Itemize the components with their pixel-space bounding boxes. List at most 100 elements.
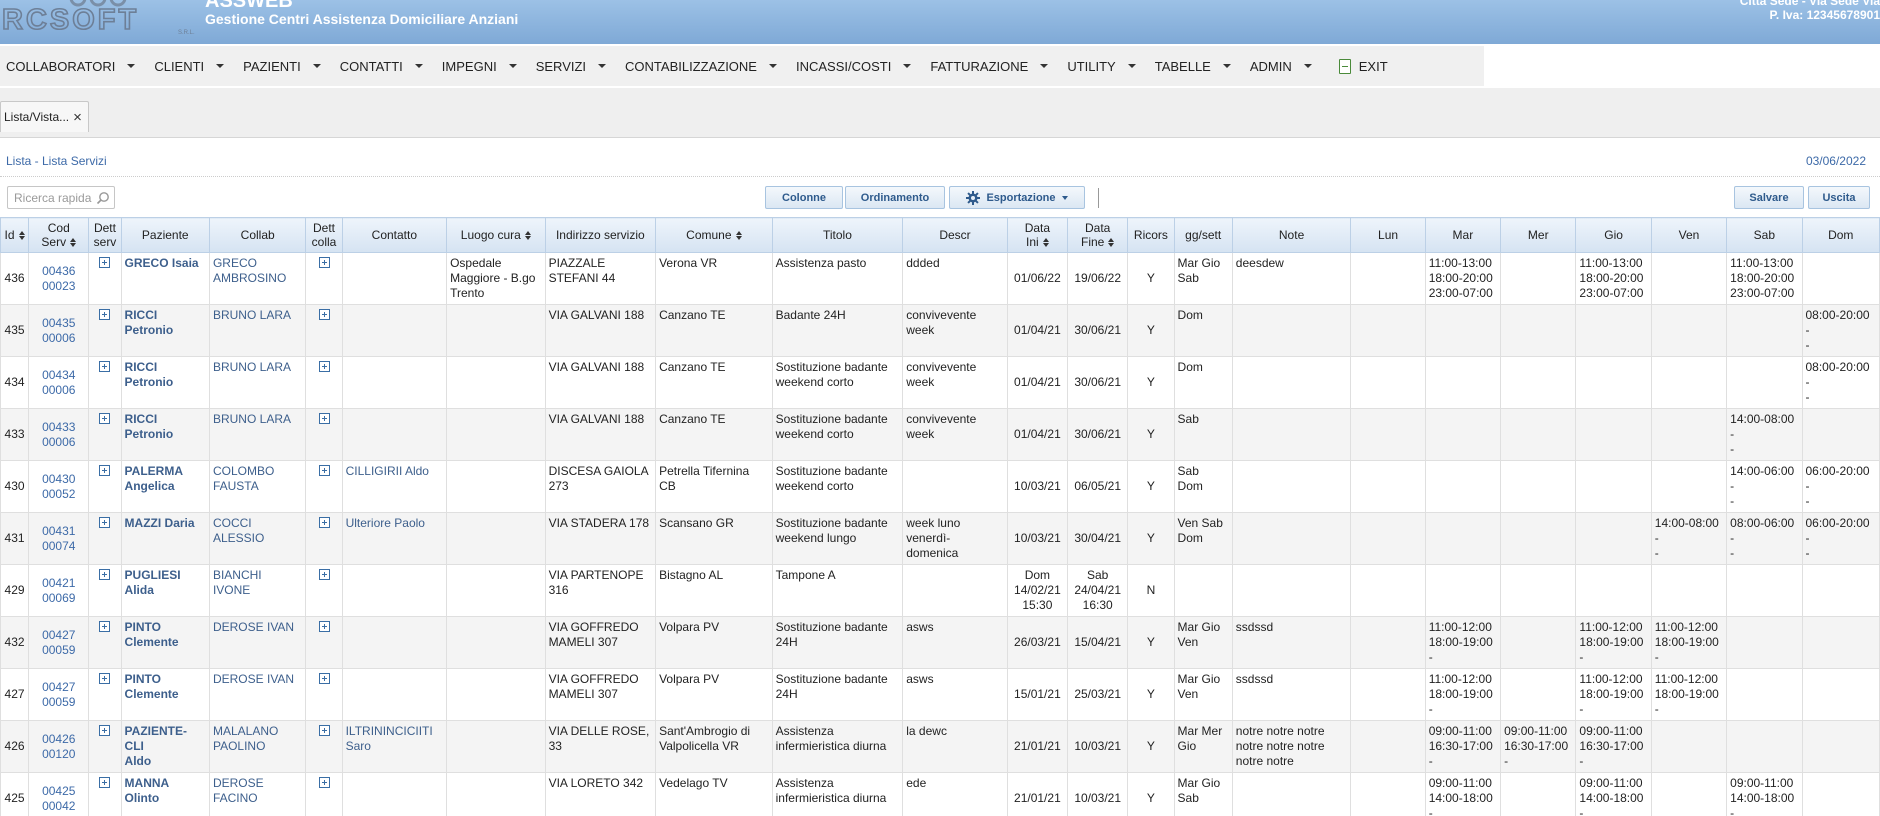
cell-descr: week luno venerdì- domenica: [902, 512, 1008, 565]
expand-plus-icon[interactable]: [99, 309, 111, 320]
cell-cod-serv: 00427 00059: [28, 668, 90, 721]
table-row[interactable]: 436 00436 00023 GRECO Isaia GRECO AMBROSINO…: [0, 252, 1880, 305]
menu-item-label: INCASSI/COSTI: [795, 58, 892, 74]
col-header-ricors[interactable]: Ricors: [1127, 217, 1175, 253]
col-header-gio[interactable]: Gio: [1575, 217, 1652, 253]
col-header-data-fine[interactable]: Data Fine: [1067, 217, 1129, 253]
col-header-sab[interactable]: Sab: [1726, 217, 1803, 253]
expand-plus-icon[interactable]: [99, 569, 111, 580]
cell-lun: [1350, 772, 1426, 816]
expand-plus-icon[interactable]: [99, 777, 111, 788]
menu-item-impegni[interactable]: IMPEGNI: [436, 46, 530, 86]
expand-plus-icon[interactable]: [318, 361, 330, 372]
col-header-indirizzo[interactable]: Indirizzo servizio: [544, 217, 657, 253]
expand-plus-icon[interactable]: [318, 777, 330, 788]
expand-plus-icon[interactable]: [99, 621, 111, 632]
table-row[interactable]: 433 00433 00006 RICCI Petronio BRUNO LARA VI…: [0, 408, 1880, 461]
cell-dom-text: 08:00-20:00 - -: [1805, 308, 1870, 352]
search-input[interactable]: [14, 190, 94, 206]
col-header-contatto[interactable]: Contatto: [341, 217, 448, 253]
col-header-luogo-cura[interactable]: Luogo cura: [446, 217, 546, 253]
menu-item-fatturazione[interactable]: FATTURAZIONE: [924, 46, 1061, 86]
table-row[interactable]: 426 00426 00120 PAZIENTE-CLI Aldo MALALANO …: [0, 720, 1880, 773]
col-header-id[interactable]: Id: [0, 217, 30, 253]
sort-icon[interactable]: [735, 231, 742, 241]
col-header-titolo[interactable]: Titolo: [771, 217, 904, 253]
cell-data-fine: 10/03/21: [1067, 772, 1129, 816]
sort-icon[interactable]: [1108, 238, 1115, 248]
expand-plus-icon[interactable]: [318, 673, 330, 684]
menu-item-clienti[interactable]: CLIENTI: [148, 46, 237, 86]
menu-item-tabelle[interactable]: TABELLE: [1149, 46, 1244, 86]
col-header-collab[interactable]: Collab: [208, 217, 307, 253]
menu-item-admin[interactable]: ADMIN: [1244, 46, 1325, 86]
cell-data-fine: 19/06/22: [1067, 252, 1129, 305]
col-header-mer[interactable]: Mer: [1500, 217, 1577, 253]
col-header-descr[interactable]: Descr: [902, 217, 1008, 253]
col-header-dom[interactable]: Dom: [1801, 217, 1880, 253]
sort-icon[interactable]: [18, 231, 25, 241]
menu-item-pazienti[interactable]: PAZIENTI: [237, 46, 334, 86]
col-header-cod-serv[interactable]: Cod Serv: [28, 217, 90, 253]
table-row[interactable]: 435 00435 00006 RICCI Petronio BRUNO LARA VI…: [0, 304, 1880, 357]
table-row[interactable]: 434 00434 00006 RICCI Petronio BRUNO LARA VI…: [0, 356, 1880, 409]
salvare-button[interactable]: Salvare: [1734, 186, 1804, 209]
menu-item-incassi[interactable]: INCASSI/COSTI: [790, 46, 924, 86]
table-row[interactable]: 425 00425 00042 MANNA Olinto DEROSE FACINO V…: [0, 772, 1880, 816]
colonne-button[interactable]: Colonne: [765, 186, 843, 209]
col-header-data-ini[interactable]: Data Ini: [1006, 217, 1069, 253]
sort-icon[interactable]: [70, 238, 77, 248]
expand-plus-icon[interactable]: [318, 309, 330, 320]
col-header-gg-sett[interactable]: gg/sett: [1173, 217, 1233, 253]
cell-ricors-text: Y: [1146, 531, 1155, 545]
col-header-mar[interactable]: Mar: [1424, 217, 1502, 253]
expand-plus-icon[interactable]: [318, 257, 330, 268]
ordinamento-button[interactable]: Ordinamento: [845, 186, 945, 209]
uscita-button[interactable]: Uscita: [1808, 186, 1870, 209]
expand-plus-icon[interactable]: [99, 257, 111, 268]
table-row[interactable]: 432 00427 00059 PINTO Clemente DEROSE IVAN V…: [0, 616, 1880, 669]
sort-icon[interactable]: [524, 231, 531, 241]
cell-ven: 11:00-12:00 18:00-19:00 -: [1650, 616, 1728, 669]
cell-gg-sett-text: Dom: [1177, 360, 1203, 374]
expand-plus-icon[interactable]: [318, 465, 330, 476]
col-header-lun[interactable]: Lun: [1350, 217, 1426, 253]
table-row[interactable]: 430 00430 00052 PALERMA Angelica COLOMBO FA…: [0, 460, 1880, 513]
expand-plus-icon[interactable]: [318, 413, 330, 424]
cell-luogo-cura-text: Ospedale Maggiore - B.go Trento: [450, 256, 536, 300]
cell-gg-sett-text: Mar Mer Gio: [1177, 724, 1223, 753]
table-row[interactable]: 427 00427 00059 PINTO Clemente DEROSE IVAN V…: [0, 668, 1880, 721]
expand-plus-icon[interactable]: [99, 517, 111, 528]
col-header-comune[interactable]: Comune: [655, 217, 773, 253]
menu-item-exit[interactable]: EXIT: [1325, 46, 1401, 86]
close-icon[interactable]: ×: [73, 110, 82, 125]
menu-item-contabilizzazione[interactable]: CONTABILIZZAZIONE: [619, 46, 790, 86]
esportazione-button[interactable]: Esportazione: [949, 186, 1085, 209]
expand-plus-icon[interactable]: [99, 361, 111, 372]
expand-plus-icon[interactable]: [99, 725, 111, 736]
menu-item-utility[interactable]: UTILITY: [1061, 46, 1148, 86]
expand-plus-icon[interactable]: [318, 725, 330, 736]
expand-plus-icon[interactable]: [318, 621, 330, 632]
expand-plus-icon[interactable]: [318, 569, 330, 580]
expand-plus-icon[interactable]: [99, 413, 111, 424]
col-header-ven[interactable]: Ven: [1650, 217, 1728, 253]
expand-plus-icon[interactable]: [99, 465, 111, 476]
sort-icon[interactable]: [1042, 238, 1049, 248]
cell-indirizzo: VIA STADERA 178: [544, 512, 657, 565]
search-icon[interactable]: [96, 191, 110, 205]
cell-titolo-text: Sostituzione badante weekend corto: [775, 412, 888, 441]
cell-descr: asws: [902, 668, 1008, 721]
expand-plus-icon[interactable]: [318, 517, 330, 528]
tab-lista-vista[interactable]: Lista/Vista... ×: [0, 101, 89, 132]
menu-item-servizi[interactable]: SERVIZI: [530, 46, 619, 86]
menu-item-collaboratori[interactable]: COLLABORATORI: [0, 46, 148, 86]
col-header-paziente[interactable]: Paziente: [120, 217, 210, 253]
expand-plus-icon[interactable]: [99, 673, 111, 684]
cell-indirizzo: VIA DELLE ROSE, 33: [544, 720, 657, 773]
col-header-note[interactable]: Note: [1231, 217, 1352, 253]
cell-collab: BRUNO LARA: [208, 304, 307, 357]
menu-item-contatti[interactable]: CONTATTI: [334, 46, 436, 86]
table-row[interactable]: 431 00431 00074 MAZZI Daria COCCI ALESSIO Ul…: [0, 512, 1880, 565]
table-row[interactable]: 429 00421 00069 PUGLIESI Alida BIANCHI IVON…: [0, 564, 1880, 617]
